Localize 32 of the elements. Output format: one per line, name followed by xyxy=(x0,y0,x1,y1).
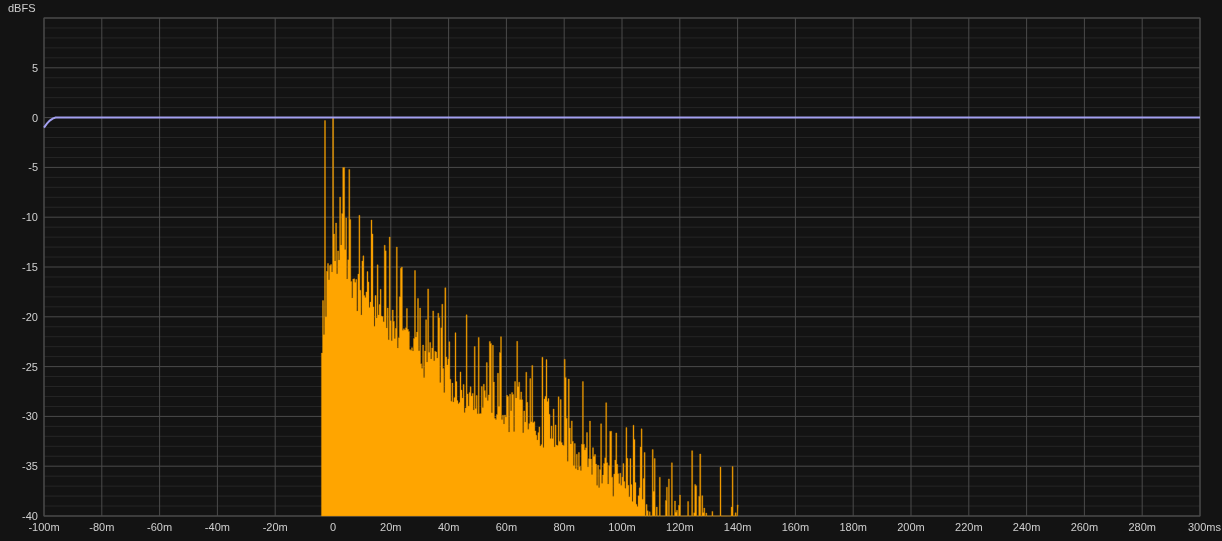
tick-label: 140m xyxy=(723,521,752,533)
tick-label: 280m xyxy=(1128,521,1156,533)
tick-label: 220m xyxy=(955,521,983,533)
tick-label: -40 xyxy=(22,510,38,522)
tick-label: -100m xyxy=(28,521,60,533)
tick-label: 160m xyxy=(781,521,810,533)
axis-title: dBFS xyxy=(8,2,36,14)
tick-label: 0 xyxy=(31,111,38,124)
tick-label: 300ms xyxy=(1187,521,1221,533)
tick-label: 0 xyxy=(329,521,337,533)
tick-label: -40m xyxy=(204,521,230,533)
tick-label: -30 xyxy=(22,410,38,423)
tick-label: 120m xyxy=(666,521,694,533)
tick-label: 240m xyxy=(1012,521,1041,533)
tick-label: 80m xyxy=(553,521,575,533)
tick-label: -20m xyxy=(262,521,288,533)
tick-label: 5 xyxy=(31,61,38,74)
tick-label: 180m xyxy=(839,521,867,533)
tick-label: 40m xyxy=(437,521,460,533)
tick-label: -15 xyxy=(22,261,38,273)
tick-label: 60m xyxy=(495,521,518,533)
tick-label: 20m xyxy=(380,521,402,533)
tick-label: -80m xyxy=(89,521,115,533)
tick-label: -20 xyxy=(22,310,38,323)
tick-label: -60m xyxy=(147,521,173,533)
tick-label: -5 xyxy=(28,161,38,174)
tick-label: -25 xyxy=(22,360,38,373)
tick-label: 100m xyxy=(608,521,636,533)
tick-label: -35 xyxy=(22,460,38,473)
tick-label: 260m xyxy=(1070,521,1099,533)
tick-label: 200m xyxy=(897,521,925,533)
tick-label: -10 xyxy=(22,211,38,224)
